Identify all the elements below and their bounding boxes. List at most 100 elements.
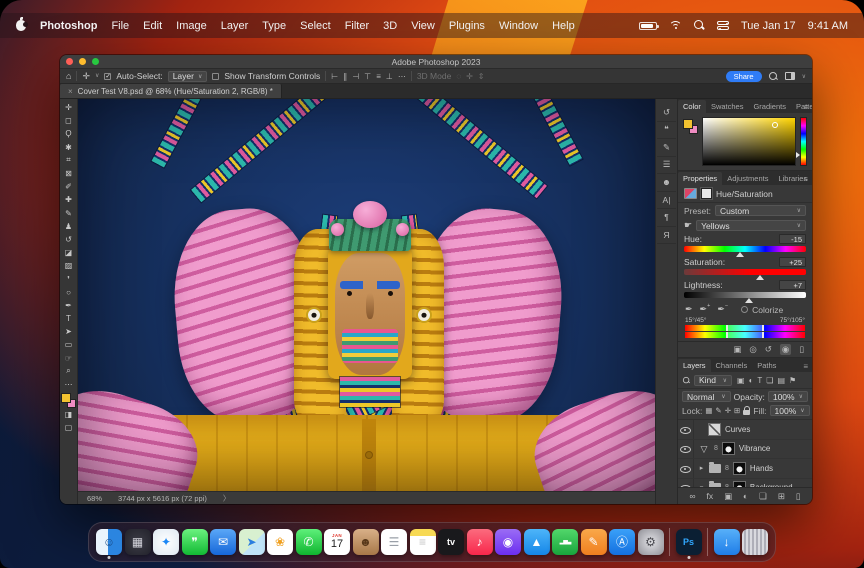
filter-shape-icon[interactable]: ❏ [766,376,773,385]
align-center-v-icon[interactable]: ≡ [376,72,381,81]
dock-app-tv[interactable]: tv [438,529,464,555]
zoom-level-field[interactable]: 68% [87,494,102,503]
brush-settings-icon[interactable]: ✎ [657,139,676,157]
saturation-slider-thumb[interactable] [756,275,764,280]
gradient-tool[interactable]: ▨ [61,259,76,272]
channel-dropdown[interactable]: Yellows∨ [696,220,806,231]
dock-app-facetime[interactable]: ✆ [296,529,322,555]
hue-range-ramp-top[interactable] [685,325,805,331]
dock-app-system-settings[interactable]: ⚙ [638,529,664,555]
blur-tool[interactable]: ❜ [61,272,76,285]
hue-strip[interactable] [800,117,807,166]
dock-app-photoshop[interactable]: Ps [676,529,702,555]
new-group-icon[interactable]: ❏ [759,491,767,502]
lock-all-icon[interactable] [743,410,750,415]
eyedropper-subtract-icon[interactable]: ✒− [717,304,728,315]
dock-app-downloads[interactable]: ↓ [714,529,740,555]
opacity-dropdown[interactable]: 100%∨ [768,391,808,402]
dock-app-messages[interactable]: ❞ [182,529,208,555]
hands-mask-thumbnail[interactable] [733,462,746,475]
align-left-icon[interactable]: ⊢ [331,72,338,81]
delete-adjustment-icon[interactable]: ▯ [799,344,804,355]
clip-to-layer-icon[interactable]: ▣ [733,344,741,355]
lasso-tool[interactable]: Ϙ [61,127,76,140]
lightness-value-field[interactable]: +7 [779,280,806,290]
frame-tool[interactable]: ⊠ [61,167,76,180]
move-tool[interactable]: ✛ [61,101,76,114]
search-icon[interactable] [769,72,778,81]
comments-icon[interactable]: ❝ [657,122,676,140]
menu-file[interactable]: File [111,20,129,32]
battery-icon[interactable] [639,22,657,30]
menu-select[interactable]: Select [300,20,331,32]
align-right-icon[interactable]: ⊣ [352,72,359,81]
dock-app-music[interactable]: ♪ [467,529,493,555]
tab-adjustments[interactable]: Adjustments [722,172,773,186]
rectangle-tool[interactable]: ▭ [61,338,76,351]
export-icon[interactable]: ☻ [657,174,676,192]
menu-image[interactable]: Image [176,20,207,32]
hue-slider-thumb[interactable] [736,252,744,257]
crop-tool[interactable]: ⌗ [61,154,76,167]
show-transform-checkbox[interactable] [212,73,219,80]
lock-artboard-icon[interactable]: ⊞ [734,406,740,415]
path-selection-tool[interactable]: ➤ [61,325,76,338]
menu-time[interactable]: 9:41 AM [808,20,848,32]
lock-position-icon[interactable]: ✛ [725,406,731,415]
tab-swatches[interactable]: Swatches [706,100,749,114]
previous-state-icon[interactable]: ◎ [749,344,756,355]
menu-edit[interactable]: Edit [143,20,162,32]
panel-menu-icon[interactable]: ≡ [803,362,808,371]
clone-stamp-tool[interactable]: ♟ [61,220,76,233]
tab-channels[interactable]: Channels [711,359,753,373]
auto-select-target-dropdown[interactable]: Layer∨ [168,71,208,82]
dock-app-finder[interactable]: ☺ [96,529,122,555]
marquee-tool[interactable]: ◻ [61,114,76,127]
layer-row-curves[interactable]: Curves [678,420,812,440]
close-tab-icon[interactable]: × [68,87,73,96]
lightness-slider-thumb[interactable] [745,298,753,303]
tab-paths[interactable]: Paths [752,359,781,373]
fill-dropdown[interactable]: 100%∨ [770,405,810,416]
menu-window[interactable]: Window [499,20,538,32]
dock-app-maps[interactable]: ➤ [239,529,265,555]
menu-view[interactable]: View [411,20,435,32]
dock-app-numbers[interactable]: ▂▅▃ [552,529,578,555]
vibrance-mask-thumbnail[interactable] [722,442,735,455]
visibility-eye-icon[interactable] [680,463,691,473]
saturation-value-field[interactable]: +25 [779,257,806,267]
delete-layer-icon[interactable]: ▯ [796,491,801,502]
character-icon[interactable]: A| [657,192,676,210]
tab-patterns[interactable]: Patterns [791,100,812,114]
colorize-checkbox[interactable] [741,306,748,313]
preset-dropdown[interactable]: Custom∨ [715,205,806,216]
dock-app-notes[interactable]: ≡ [410,529,436,555]
toolbar-color-swatches[interactable] [61,393,76,408]
color-picker-ring[interactable] [772,122,778,128]
link-layers-icon[interactable]: ∞ [689,491,695,501]
curves-thumbnail[interactable] [708,423,721,436]
saturation-brightness-box[interactable] [702,117,796,166]
add-mask-icon[interactable]: ▣ [724,491,732,502]
dolly-3d-icon[interactable]: ⇕ [478,72,485,81]
visibility-eye-icon[interactable] [680,444,691,454]
layer-effects-icon[interactable]: fx [706,491,713,501]
menu-type[interactable]: Type [262,20,286,32]
home-icon[interactable]: ⌂ [66,72,71,81]
blend-mode-dropdown[interactable]: Normal∨ [682,391,731,402]
reset-icon[interactable]: ↺ [765,344,772,355]
foreground-color-swatch[interactable] [61,393,71,403]
filter-pin-icon[interactable]: ⚑ [789,376,796,385]
align-top-icon[interactable]: ⊤ [364,72,371,81]
menu-plugins[interactable]: Plugins [449,20,485,32]
filter-type-icon[interactable]: T [757,376,762,385]
eyedropper-add-icon[interactable]: ✒+ [700,304,711,315]
color-swatches[interactable] [683,119,698,134]
group-collapsed-caret[interactable]: ▸ [698,464,705,472]
layer-row-hands[interactable]: ▸ 8 Hands [678,459,812,479]
lock-pixels-icon[interactable]: ✎ [715,406,721,415]
dock-app-calendar[interactable]: JAN17 [324,529,350,555]
history-icon[interactable]: ↺ [657,104,676,122]
new-adjustment-layer-icon[interactable]: ◐ [743,491,748,501]
glyphs-icon[interactable]: Я [657,227,676,245]
